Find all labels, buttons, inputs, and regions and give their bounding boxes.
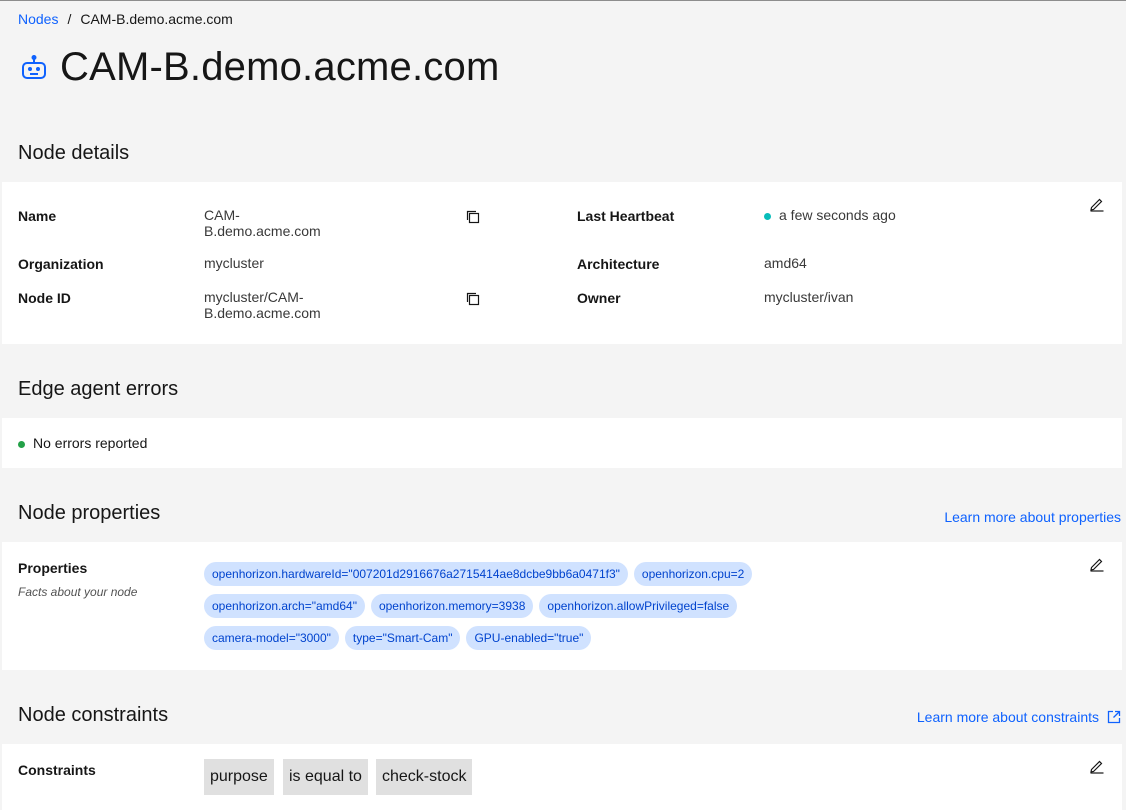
properties-tag-list: openhorizon.hardwareId="007201d2916676a2… xyxy=(204,562,844,650)
edge-agent-errors-title: Edge agent errors xyxy=(18,378,179,400)
page-header: CAM-B.demo.acme.com xyxy=(20,45,499,90)
property-tag: openhorizon.cpu=2 xyxy=(633,562,753,586)
copy-name-icon[interactable] xyxy=(465,209,481,225)
architecture-label: Architecture xyxy=(577,256,660,272)
learn-more-constraints-text: Learn more about constraints xyxy=(916,709,1099,725)
name-value: CAM- B.demo.acme.com xyxy=(204,207,321,239)
errors-status: No errors reported xyxy=(18,435,147,451)
property-tag: GPU-enabled="true" xyxy=(466,626,592,650)
edit-node-details-icon[interactable] xyxy=(1089,196,1105,212)
node-properties-panel: Properties Facts about your node openhor… xyxy=(2,542,1122,670)
node-details-title: Node details xyxy=(18,142,130,164)
name-value-line1: CAM- xyxy=(204,207,240,223)
edit-constraints-icon[interactable] xyxy=(1089,758,1105,774)
last-heartbeat-value: a few seconds ago xyxy=(764,207,896,223)
breadcrumb-separator: / xyxy=(67,11,72,27)
constraint-property: purpose xyxy=(204,759,274,795)
property-tag: openhorizon.allowPrivileged=false xyxy=(539,594,738,618)
properties-label: Properties xyxy=(18,560,88,576)
property-tag: camera-model="3000" xyxy=(204,626,339,650)
last-heartbeat-label: Last Heartbeat xyxy=(577,208,675,224)
property-tag: openhorizon.arch="amd64" xyxy=(204,594,365,618)
owner-label: Owner xyxy=(577,290,621,306)
robot-icon xyxy=(22,54,46,79)
constraint-operator: is equal to xyxy=(283,759,368,795)
node-constraints-panel: Constraints purpose is equal to check-st… xyxy=(2,744,1122,810)
node-id-value-line1: mycluster/CAM- xyxy=(204,289,304,305)
launch-icon xyxy=(1107,710,1121,724)
node-id-label: Node ID xyxy=(18,290,71,306)
constraints-label: Constraints xyxy=(18,762,96,778)
name-value-line2: B.demo.acme.com xyxy=(204,223,321,239)
ok-status-dot xyxy=(18,440,25,448)
breadcrumb-current: CAM-B.demo.acme.com xyxy=(80,11,233,27)
node-properties-title: Node properties xyxy=(18,502,161,524)
edit-properties-icon[interactable] xyxy=(1089,556,1105,572)
learn-more-constraints-link[interactable]: Learn more about constraints xyxy=(917,709,1121,725)
errors-status-text: No errors reported xyxy=(33,435,148,451)
breadcrumb-nodes-link[interactable]: Nodes xyxy=(18,11,58,27)
property-tag: type="Smart-Cam" xyxy=(344,626,461,650)
organization-label: Organization xyxy=(18,256,104,272)
node-id-value-line2: B.demo.acme.com xyxy=(204,305,321,321)
properties-sublabel: Facts about your node xyxy=(18,585,138,599)
edge-agent-errors-panel: No errors reported xyxy=(2,418,1122,468)
page-title: CAM-B.demo.acme.com xyxy=(60,45,500,89)
architecture-value: amd64 xyxy=(764,255,807,271)
organization-value: mycluster xyxy=(204,255,264,271)
property-tag: openhorizon.memory=3938 xyxy=(370,594,534,618)
node-constraints-title: Node constraints xyxy=(18,704,169,726)
node-id-value: mycluster/CAM- B.demo.acme.com xyxy=(204,289,321,321)
node-details-panel: Name CAM- B.demo.acme.com Organization m… xyxy=(2,182,1122,344)
breadcrumb: Nodes / CAM-B.demo.acme.com xyxy=(18,11,233,27)
owner-value: mycluster/ivan xyxy=(764,289,854,305)
learn-more-properties-link[interactable]: Learn more about properties xyxy=(944,509,1121,525)
heartbeat-text: a few seconds ago xyxy=(779,207,896,223)
property-tag: openhorizon.hardwareId="007201d2916676a2… xyxy=(204,562,628,586)
heartbeat-status-dot xyxy=(764,212,771,220)
constraint-value: check-stock xyxy=(376,759,473,795)
name-label: Name xyxy=(18,208,57,224)
copy-node-id-icon[interactable] xyxy=(465,291,481,307)
